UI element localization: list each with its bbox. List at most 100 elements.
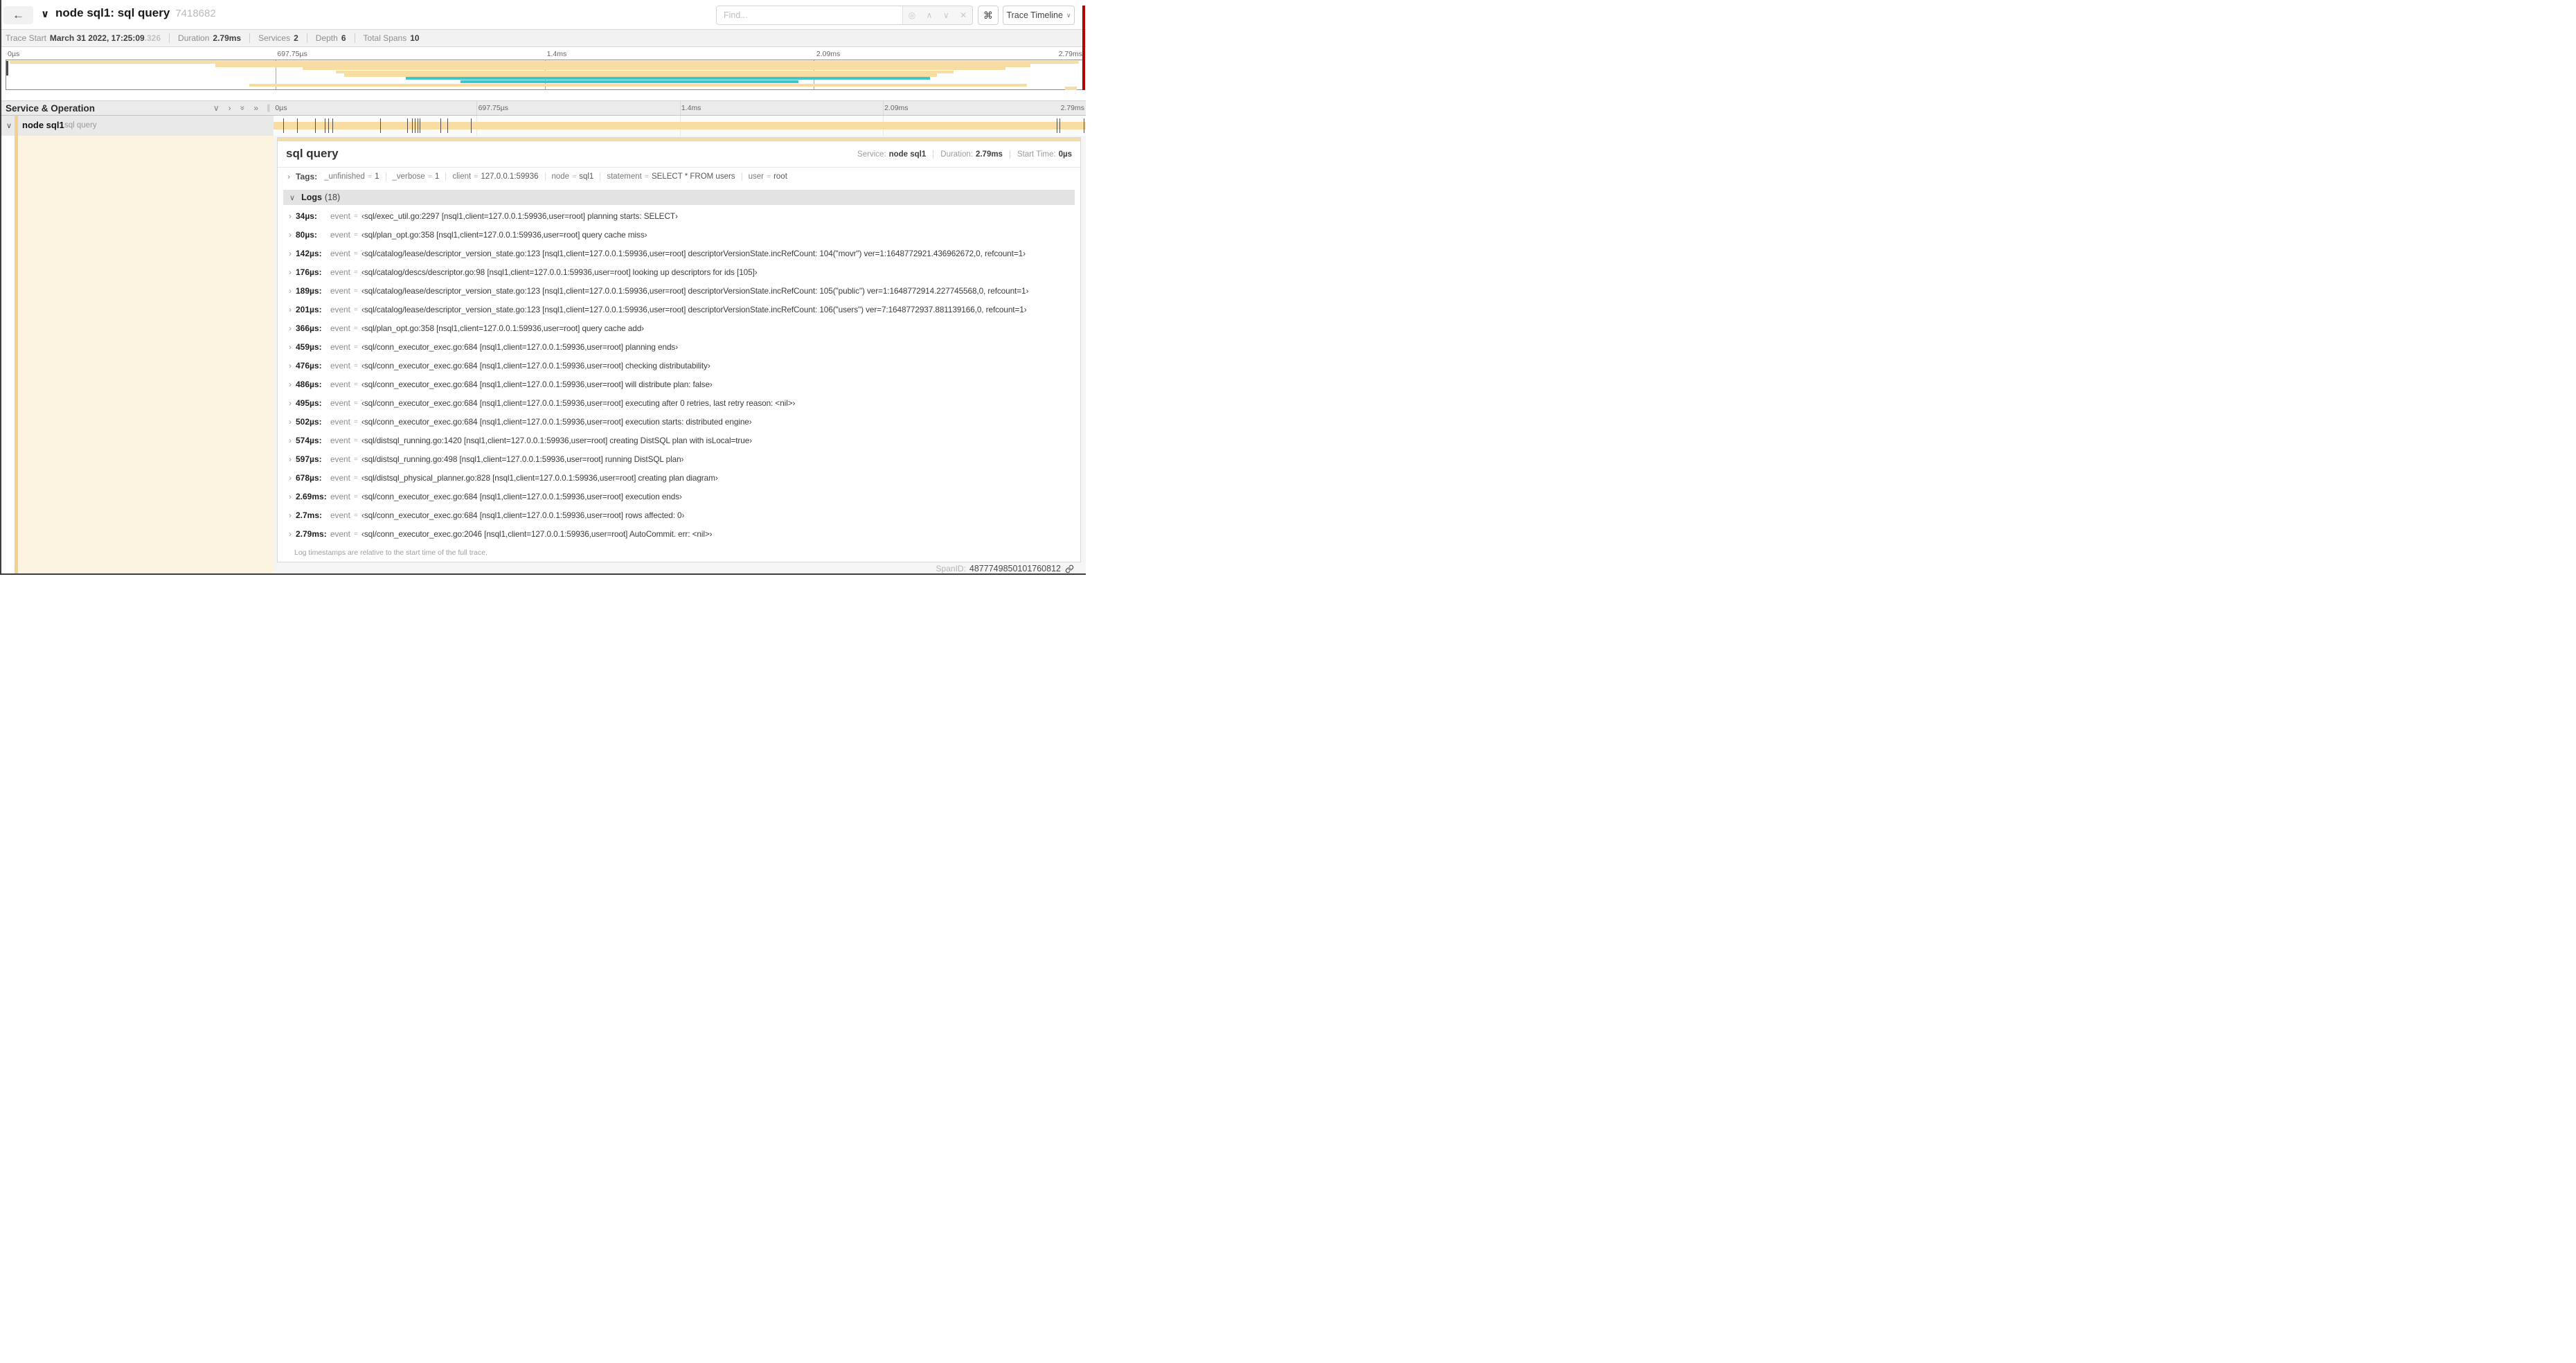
log-row[interactable]: › 142µs: event = ‹sql/catalog/lease/descript… — [283, 244, 1075, 262]
log-row[interactable]: › 366µs: event = ‹sql/plan_opt.go:358 [nsql1… — [283, 319, 1075, 337]
stat-value: 2 — [294, 33, 298, 43]
log-expand-chevron-icon[interactable]: › — [289, 398, 296, 408]
log-row[interactable]: › 189µs: event = ‹sql/catalog/lease/descript… — [283, 281, 1075, 300]
log-row[interactable]: › 574µs: event = ‹sql/distsql_running.go:142… — [283, 431, 1075, 449]
tag-pill: user = root — [741, 172, 787, 181]
log-field-name: event — [330, 510, 350, 520]
back-arrow-icon: ← — [12, 8, 24, 21]
span-collapse-chevron-icon[interactable]: ∨ — [6, 121, 12, 130]
stat-suffix: .326 — [144, 33, 161, 43]
logs-header[interactable]: ∨ Logs (18) — [283, 190, 1075, 205]
log-row[interactable]: › 459µs: event = ‹sql/conn_executor_exec.go:… — [283, 337, 1075, 356]
log-marker-tick — [471, 118, 472, 133]
log-row[interactable]: › 502µs: event = ‹sql/conn_executor_exec.go:… — [283, 412, 1075, 431]
tags-label[interactable]: Tags: — [296, 172, 317, 181]
tag-value: SELECT * FROM users — [651, 172, 735, 181]
log-expand-chevron-icon[interactable]: › — [289, 249, 296, 258]
equals-sign: = — [353, 342, 358, 351]
log-expand-chevron-icon[interactable]: › — [289, 380, 296, 389]
log-expand-chevron-icon[interactable]: › — [289, 473, 296, 483]
log-expand-chevron-icon[interactable]: › — [289, 529, 296, 539]
span-detail-meta: Service: node sql1 Duration: 2.79ms Start Ti… — [857, 150, 1072, 159]
trace-stat: Services 2 — [249, 33, 298, 43]
log-expand-chevron-icon[interactable]: › — [289, 305, 296, 314]
equals-sign: = — [766, 172, 771, 181]
command-icon: ⌘ — [983, 9, 993, 21]
log-expand-chevron-icon[interactable]: › — [289, 492, 296, 501]
log-row[interactable]: › 176µs: event = ‹sql/catalog/descs/descript… — [283, 262, 1075, 281]
tags-expand-chevron-icon[interactable]: › — [287, 172, 290, 181]
spanid-row: SpanID: 4877749850101760812 — [936, 564, 1074, 573]
log-field-name: event — [330, 472, 350, 483]
log-row[interactable]: › 678µs: event = ‹sql/distsql_physical_plann… — [283, 468, 1075, 487]
log-marker-tick — [296, 118, 298, 133]
timeline-tick-label: 2.79ms — [1058, 50, 1082, 58]
span-detail-title: sql query — [286, 147, 339, 160]
span-meta-item: Service: node sql1 — [857, 150, 926, 159]
log-expand-chevron-icon[interactable]: › — [289, 361, 296, 371]
keyboard-shortcuts-button[interactable]: ⌘ — [978, 6, 999, 25]
log-expand-chevron-icon[interactable]: › — [289, 230, 296, 240]
log-expand-chevron-icon[interactable]: › — [289, 211, 296, 221]
tag-value: 1 — [375, 172, 379, 181]
log-field-value: ‹sql/catalog/lease/descriptor_version_st… — [361, 248, 1026, 258]
log-expand-chevron-icon[interactable]: › — [289, 323, 296, 333]
log-row[interactable]: › 80µs: event = ‹sql/plan_opt.go:358 [nsql1,… — [283, 225, 1075, 244]
tags-row[interactable]: › Tags: _unfinished = 1 _verbose = 1 client = 12… — [278, 168, 1080, 186]
log-expand-chevron-icon[interactable]: › — [289, 417, 296, 427]
copy-link-icon[interactable] — [1065, 564, 1074, 573]
window-left-border — [0, 0, 1, 575]
log-row[interactable]: › 476µs: event = ‹sql/conn_executor_exec.go:… — [283, 356, 1075, 375]
span-row-name-cell[interactable]: ∨ node sql1 sql query — [0, 116, 274, 136]
column-resizer-handle[interactable]: ∥ — [267, 103, 271, 112]
tag-value: 1 — [434, 172, 440, 181]
locate-icon[interactable]: ◎ — [909, 10, 915, 20]
span-row-timeline-cell[interactable] — [274, 116, 1086, 136]
log-expand-chevron-icon[interactable]: › — [289, 454, 296, 464]
span-detail-area: sql query Service: node sql1 Duration: 2.79… — [274, 136, 1086, 573]
minimap-scrubber-handle[interactable] — [6, 61, 8, 75]
timeline-minimap[interactable] — [6, 60, 1084, 90]
timeline-gridline — [476, 101, 478, 115]
logs-footnote: Log timestamps are relative to the start… — [294, 549, 488, 557]
log-expand-chevron-icon[interactable]: › — [289, 510, 296, 520]
find-buttons: ◎ ∧ ∨ ✕ — [902, 6, 972, 24]
log-row[interactable]: › 34µs: event = ‹sql/exec_util.go:2297 [nsql… — [283, 206, 1075, 225]
log-field-value: ‹sql/conn_executor_exec.go:684 [nsql1,cl… — [361, 379, 713, 389]
trace-view-selector[interactable]: Trace Timeline ∨ — [1003, 6, 1075, 25]
log-row[interactable]: › 2.7ms: event = ‹sql/conn_executor_exec.go:… — [283, 506, 1075, 524]
collapse-all-icon[interactable]: » — [238, 106, 247, 111]
log-expand-chevron-icon[interactable]: › — [289, 436, 296, 445]
back-button[interactable]: ← — [3, 6, 33, 24]
tag-pill: client = 127.0.0.1:59936 — [445, 172, 539, 181]
prev-result-icon[interactable]: ∧ — [927, 10, 933, 20]
log-expand-chevron-icon[interactable]: › — [289, 267, 296, 277]
log-timestamp: 201µs: — [296, 304, 322, 314]
equals-sign: = — [572, 172, 577, 181]
clear-search-icon[interactable]: ✕ — [960, 10, 967, 20]
log-row[interactable]: › 597µs: event = ‹sql/distsql_running.go:498… — [283, 449, 1075, 468]
logs-title: Logs — [301, 193, 322, 202]
timeline-tick-label: 697.75µs — [478, 104, 509, 112]
expand-all-icon[interactable]: » — [253, 103, 258, 113]
log-expand-chevron-icon[interactable]: › — [289, 342, 296, 352]
log-field-value: ‹sql/plan_opt.go:358 [nsql1,client=127.0… — [361, 323, 645, 333]
log-row[interactable]: › 2.69ms: event = ‹sql/conn_executor_exec.go… — [283, 487, 1075, 506]
expand-one-icon[interactable]: › — [229, 103, 231, 113]
next-result-icon[interactable]: ∨ — [943, 10, 949, 20]
log-row[interactable]: › 495µs: event = ‹sql/conn_executor_exec.go:… — [283, 393, 1075, 412]
trace-timeline-page: ← ∨ node sql1: sql query7418682 ◎ ∧ ∨ ✕ … — [0, 0, 1086, 575]
span-row: ∨ node sql1 sql query — [0, 116, 1086, 136]
meta-label: Duration: — [940, 150, 973, 159]
find-input[interactable] — [717, 6, 902, 24]
tag-pill: node = sql1 — [544, 172, 593, 181]
log-row[interactable]: › 2.79ms: event = ‹sql/conn_executor_exec.go… — [283, 524, 1075, 543]
log-row[interactable]: › 486µs: event = ‹sql/conn_executor_exec.go:… — [283, 375, 1075, 393]
collapse-one-icon[interactable]: ∨ — [213, 103, 220, 113]
log-row[interactable]: › 201µs: event = ‹sql/catalog/lease/descript… — [283, 300, 1075, 319]
tag-key: user — [748, 172, 764, 181]
log-timestamp: 189µs: — [296, 285, 322, 296]
log-expand-chevron-icon[interactable]: › — [289, 286, 296, 296]
log-field-value: ‹sql/conn_executor_exec.go:684 [nsql1,cl… — [361, 491, 682, 501]
trace-collapse-chevron-icon[interactable]: ∨ — [41, 8, 49, 20]
